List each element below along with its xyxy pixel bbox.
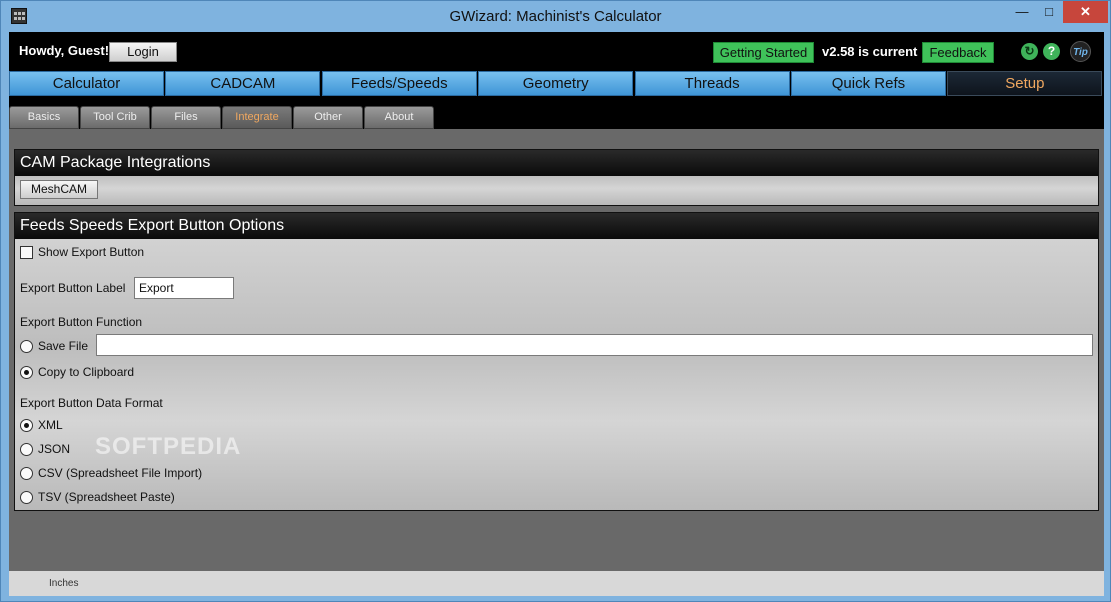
- tab-feeds-speeds[interactable]: Feeds/Speeds: [321, 71, 477, 96]
- show-export-checkbox[interactable]: [20, 245, 33, 259]
- app-client-area: Howdy, Guest! Login Getting Started v2.5…: [9, 32, 1104, 596]
- json-radio[interactable]: [20, 442, 33, 456]
- softpedia-watermark: SOFTPEDIA: [95, 433, 242, 460]
- save-file-row[interactable]: Save File: [20, 339, 88, 353]
- format-option-json[interactable]: JSON: [20, 442, 70, 456]
- tsv-label: TSV (Spreadsheet Paste): [38, 490, 175, 504]
- save-file-path-input[interactable]: [96, 334, 1093, 356]
- csv-label: CSV (Spreadsheet File Import): [38, 466, 203, 480]
- main-nav: Calculator CADCAM Feeds/Speeds Geometry …: [9, 71, 1104, 96]
- tab-threads[interactable]: Threads: [634, 71, 790, 96]
- subtab-tool-crib[interactable]: Tool Crib: [80, 106, 150, 129]
- export-function-caption: Export Button Function: [20, 315, 143, 329]
- title-bar[interactable]: GWizard: Machinist's Calculator — □ ✕: [1, 1, 1110, 32]
- xml-label: XML: [38, 418, 63, 432]
- save-file-radio[interactable]: [20, 339, 33, 353]
- format-option-tsv[interactable]: TSV (Spreadsheet Paste): [20, 490, 175, 504]
- show-export-row[interactable]: Show Export Button: [20, 245, 144, 259]
- csv-radio[interactable]: [20, 466, 33, 480]
- minimize-icon[interactable]: —: [1007, 1, 1037, 23]
- refresh-icon[interactable]: ↻: [1021, 43, 1038, 60]
- data-format-caption: Export Button Data Format: [20, 396, 163, 410]
- maximize-icon[interactable]: □: [1034, 1, 1064, 23]
- units-status: Inches: [49, 578, 79, 589]
- subtab-files[interactable]: Files: [151, 106, 221, 129]
- export-label-input[interactable]: Export: [134, 277, 234, 299]
- getting-started-button[interactable]: Getting Started: [713, 42, 814, 63]
- status-bar: Inches: [9, 571, 1104, 596]
- tsv-radio[interactable]: [20, 490, 33, 504]
- subtab-other[interactable]: Other: [293, 106, 363, 129]
- app-window: GWizard: Machinist's Calculator — □ ✕ Ho…: [0, 0, 1111, 602]
- help-icon[interactable]: ?: [1043, 43, 1060, 60]
- xml-radio[interactable]: [20, 418, 33, 432]
- json-label: JSON: [38, 442, 71, 456]
- tab-quick-refs[interactable]: Quick Refs: [790, 71, 946, 96]
- export-panel-title: Feeds Speeds Export Button Options: [15, 213, 1098, 239]
- show-export-label: Show Export Button: [38, 245, 145, 259]
- copy-clipboard-radio[interactable]: [20, 365, 33, 379]
- subtab-integrate[interactable]: Integrate: [222, 106, 292, 129]
- meshcam-button[interactable]: MeshCAM: [20, 180, 98, 199]
- format-option-xml[interactable]: XML: [20, 418, 63, 432]
- copy-clipboard-label: Copy to Clipboard: [38, 365, 135, 379]
- cam-integrations-panel: CAM Package Integrations MeshCAM: [14, 149, 1099, 206]
- close-icon[interactable]: ✕: [1063, 1, 1108, 23]
- top-bar: Howdy, Guest! Login Getting Started v2.5…: [9, 32, 1104, 71]
- version-status: v2.58 is current: [822, 44, 918, 59]
- feedback-button[interactable]: Feedback: [922, 42, 994, 63]
- copy-clipboard-row[interactable]: Copy to Clipboard: [20, 365, 134, 379]
- format-option-csv[interactable]: CSV (Spreadsheet File Import): [20, 466, 202, 480]
- tab-calculator[interactable]: Calculator: [9, 71, 164, 96]
- tab-cadcam[interactable]: CADCAM: [165, 71, 321, 96]
- sub-nav: Basics Tool Crib Files Integrate Other A…: [9, 106, 435, 129]
- subtab-about[interactable]: About: [364, 106, 434, 129]
- cam-panel-title: CAM Package Integrations: [15, 150, 1098, 176]
- tab-geometry[interactable]: Geometry: [478, 71, 634, 96]
- save-file-label: Save File: [38, 339, 89, 353]
- tab-setup[interactable]: Setup: [947, 71, 1103, 96]
- greeting-text: Howdy, Guest!: [19, 43, 110, 58]
- window-title: GWizard: Machinist's Calculator: [449, 8, 662, 25]
- settings-content: CAM Package Integrations MeshCAM Feeds S…: [9, 129, 1104, 571]
- subtab-basics[interactable]: Basics: [9, 106, 79, 129]
- export-label-caption: Export Button Label: [20, 281, 126, 295]
- export-options-panel: Feeds Speeds Export Button Options Show …: [14, 212, 1099, 511]
- login-button[interactable]: Login: [109, 42, 177, 62]
- tip-icon[interactable]: Tip: [1070, 41, 1091, 62]
